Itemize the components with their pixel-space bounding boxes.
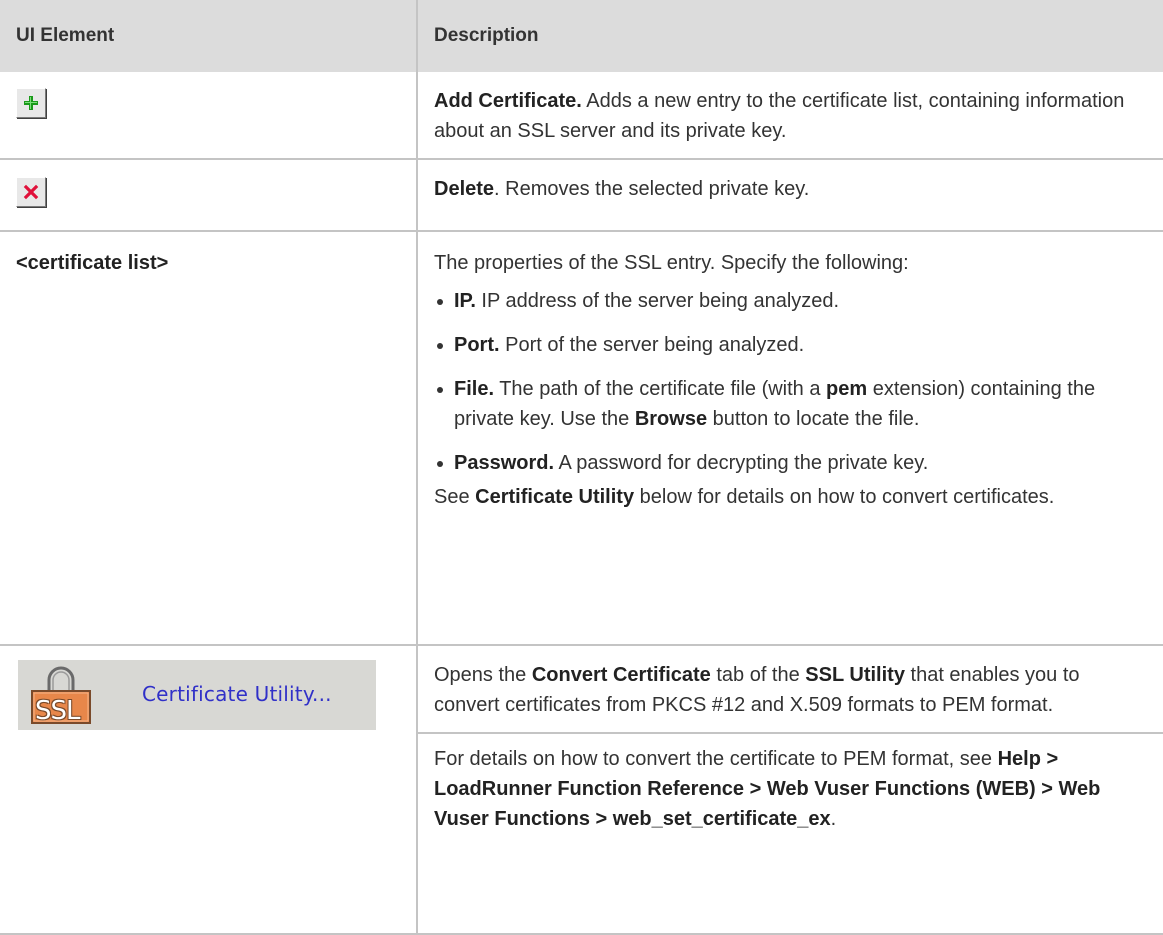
add-certificate-description: Add Certificate. Adds a new entry to the… xyxy=(434,86,1147,146)
table-row: Add Certificate. Adds a new entry to the… xyxy=(0,72,1163,160)
plus-icon xyxy=(24,96,38,110)
add-certificate-button[interactable] xyxy=(16,88,46,118)
table-row: <certificate list> The properties of the… xyxy=(0,231,1163,646)
ui-element-cell: <certificate list> xyxy=(0,231,418,646)
see-text-2: below for details on how to convert cert… xyxy=(634,486,1055,508)
delete-description: Delete. Removes the selected private key… xyxy=(434,174,1147,204)
list-item-port: Port. Port of the server being analyzed. xyxy=(434,330,1147,360)
add-certificate-title: Add Certificate. xyxy=(434,90,582,112)
delete-title: Delete xyxy=(434,178,495,200)
certificate-properties-list: IP. IP address of the server being analy… xyxy=(434,286,1147,478)
see-certificate-utility: See Certificate Utility below for detail… xyxy=(434,482,1147,512)
description-cell: Opens the Convert Certificate tab of the… xyxy=(417,645,1163,935)
ui-elements-table: UI Element Description Add Certificate. … xyxy=(0,0,1163,935)
table-row: SSL Certificate Utility... Opens the Con… xyxy=(0,645,1163,935)
port-title: Port. xyxy=(454,334,500,356)
file-text-1: The path of the certificate file (with a xyxy=(494,378,827,400)
details-text-2: . xyxy=(830,808,837,830)
utility-details: For details on how to convert the certif… xyxy=(434,744,1147,834)
certificate-utility-button[interactable]: SSL Certificate Utility... xyxy=(18,660,376,730)
ip-text: IP address of the server being analyzed. xyxy=(475,290,840,312)
file-title: File. xyxy=(454,378,495,400)
description-cell: The properties of the SSL entry. Specify… xyxy=(417,231,1163,646)
header-description: Description xyxy=(417,0,1163,72)
delete-button[interactable] xyxy=(16,177,46,207)
file-text-3: button to locate the file. xyxy=(707,408,920,430)
list-item-ip: IP. IP address of the server being analy… xyxy=(434,286,1147,316)
certificate-utility-label: Certificate Utility... xyxy=(142,682,332,706)
ui-element-cell xyxy=(0,72,418,160)
see-text-1: See xyxy=(434,486,476,508)
delete-x-icon xyxy=(23,184,39,200)
ssl-lock-text: SSL xyxy=(35,696,80,726)
password-title: Password. xyxy=(454,452,555,474)
description-cell: Delete. Removes the selected private key… xyxy=(417,159,1163,232)
header-ui-element: UI Element xyxy=(0,0,418,72)
certificate-list-label: <certificate list> xyxy=(16,252,169,274)
description-cell: Add Certificate. Adds a new entry to the… xyxy=(417,72,1163,160)
port-text: Port of the server being analyzed. xyxy=(499,334,805,356)
details-text-1: For details on how to convert the certif… xyxy=(434,748,998,770)
file-pem: pem xyxy=(826,378,868,400)
see-link: Certificate Utility xyxy=(475,486,635,508)
utility-text-1: Opens the xyxy=(434,664,532,686)
list-item-file: File. The path of the certificate file (… xyxy=(434,374,1147,434)
ip-title: IP. xyxy=(454,290,476,312)
ssl-utility-name: SSL Utility xyxy=(805,664,905,686)
list-item-password: Password. A password for decrypting the … xyxy=(434,448,1147,478)
ui-element-cell: SSL Certificate Utility... xyxy=(0,645,418,935)
table-row: Delete. Removes the selected private key… xyxy=(0,159,1163,232)
utility-description: Opens the Convert Certificate tab of the… xyxy=(434,660,1147,720)
password-text: A password for decrypting the private ke… xyxy=(554,452,929,474)
ui-element-cell xyxy=(0,159,418,232)
convert-certificate-tab: Convert Certificate xyxy=(531,664,711,686)
table-header-row: UI Element Description xyxy=(0,0,1163,72)
delete-text: . Removes the selected private key. xyxy=(494,178,810,200)
file-browse: Browse xyxy=(634,408,708,430)
utility-text-2: tab of the xyxy=(710,664,806,686)
divider xyxy=(418,732,1163,734)
certificate-list-intro: The properties of the SSL entry. Specify… xyxy=(434,252,909,274)
